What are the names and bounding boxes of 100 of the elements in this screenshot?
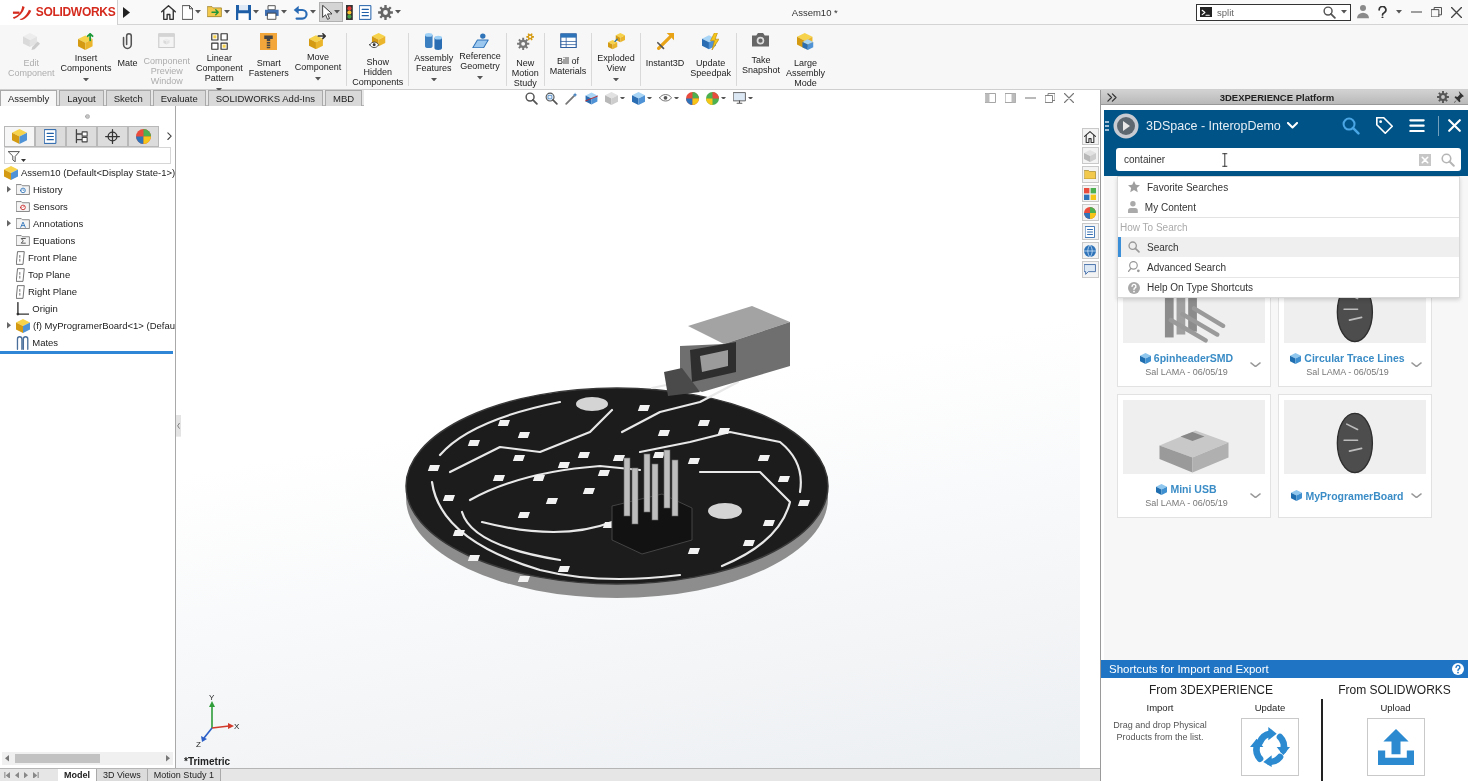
ribbon-button[interactable]: Instant3D <box>642 33 688 68</box>
double-chevron-icon[interactable] <box>1107 92 1117 102</box>
tree-item[interactable]: Mates <box>32 337 59 348</box>
toolbar-button[interactable] <box>318 2 344 22</box>
ribbon-button[interactable]: Bill of Materials <box>546 33 590 77</box>
scroll-right-icon[interactable] <box>166 755 170 762</box>
cube-section-icon[interactable] <box>585 91 599 105</box>
menu-item[interactable]: Search <box>1118 237 1459 257</box>
tile-left-icon[interactable] <box>984 93 996 103</box>
search-icon[interactable] <box>1342 116 1360 135</box>
panel-tab[interactable] <box>97 126 128 147</box>
tree-item[interactable]: Annotations <box>33 218 84 229</box>
filter-field[interactable] <box>4 147 171 164</box>
tree-item[interactable]: Origin <box>32 303 58 314</box>
ribbon-button[interactable]: Smart Fasteners <box>245 33 292 78</box>
tree-item[interactable]: (f) MyProgramerBoard<1> (Defau <box>33 320 176 331</box>
card-title[interactable]: Mini USB <box>1170 483 1217 495</box>
collapse-handle-icon[interactable] <box>176 415 181 437</box>
settings-icon[interactable] <box>1437 91 1449 103</box>
result-card[interactable]: MyProgramerBoard <box>1278 394 1432 518</box>
ribbon-button[interactable]: Move Component <box>291 33 345 81</box>
card-title[interactable]: 6pinheaderSMD <box>1153 352 1234 364</box>
menu-item[interactable]: Help On Type Shortcuts <box>1118 277 1459 297</box>
ribbon-button[interactable]: Take Snapshot <box>738 33 783 75</box>
ribbon-button[interactable]: Insert Components <box>57 33 115 82</box>
card-title[interactable]: Circular Trace Lines <box>1304 352 1405 364</box>
restore-icon[interactable] <box>1431 6 1442 18</box>
upload-button[interactable] <box>1366 718 1425 776</box>
wand-icon[interactable] <box>565 91 579 105</box>
drag-handle-icon[interactable] <box>85 113 90 119</box>
ribbon-button[interactable]: New Motion Study <box>508 33 542 88</box>
menu-icon[interactable] <box>1409 118 1425 133</box>
caret-icon[interactable] <box>620 96 626 100</box>
expand-arrow-icon[interactable] <box>123 6 130 18</box>
scroll-left-icon[interactable] <box>5 755 9 762</box>
ribbon-button[interactable]: Mate <box>114 33 141 68</box>
tree-item[interactable]: Top Plane <box>27 269 71 280</box>
scrollbar[interactable] <box>2 752 173 765</box>
menu-item[interactable]: Favorite Searches <box>1118 177 1459 197</box>
caret-icon[interactable] <box>1341 10 1347 14</box>
toolbar-button[interactable] <box>356 2 375 22</box>
tree-item[interactable]: Assem10 (Default<Display State-1>) <box>21 167 176 178</box>
panel-tab[interactable] <box>35 126 66 147</box>
monitor-icon[interactable] <box>733 92 747 104</box>
toolbar-button[interactable] <box>158 2 179 22</box>
toolbar-button[interactable] <box>262 2 290 22</box>
sheet-tab[interactable]: Model <box>58 769 97 781</box>
command-tab[interactable]: MBD <box>325 90 363 106</box>
compass-logo-icon[interactable] <box>1113 112 1139 139</box>
first-tab-icon[interactable] <box>4 771 10 779</box>
close-icon[interactable] <box>1451 6 1462 18</box>
command-tab[interactable]: Evaluate <box>152 90 206 106</box>
command-tab[interactable]: Layout <box>59 90 104 106</box>
command-tab[interactable]: Sketch <box>105 90 151 106</box>
card-title[interactable]: MyProgramerBoard <box>1305 489 1404 502</box>
ribbon-button[interactable]: Reference Geometry <box>456 33 504 80</box>
caret-icon[interactable] <box>674 96 680 100</box>
pin-icon[interactable] <box>1454 91 1464 103</box>
eye-icon[interactable] <box>659 94 673 102</box>
ribbon-button[interactable]: Update Speedpak <box>687 33 734 78</box>
sheet-tab[interactable]: Motion Study 1 <box>147 769 221 781</box>
ribbon-button[interactable]: Large Assembly Mode <box>782 33 828 88</box>
ribbon-button[interactable]: Linear Component Pattern <box>193 33 246 92</box>
task-pane-tab[interactable] <box>1081 128 1099 145</box>
ribbon-button[interactable]: Exploded View <box>594 33 638 82</box>
previous-tab-icon[interactable] <box>15 771 19 779</box>
result-card[interactable]: Mini USB Sal LAMA - 06/05/19 <box>1117 394 1271 518</box>
tag-icon[interactable] <box>1376 117 1393 134</box>
search-icon[interactable] <box>1323 5 1336 19</box>
update-button[interactable] <box>1241 718 1299 776</box>
cube-icon[interactable] <box>632 91 646 105</box>
tree-item[interactable]: Front Plane <box>27 252 78 263</box>
close-icon[interactable] <box>1064 93 1074 103</box>
chevron-right-icon[interactable] <box>167 132 172 141</box>
help-icon[interactable] <box>1378 5 1387 19</box>
widget-title[interactable]: 3DSpace - InteropDemo <box>1146 118 1281 133</box>
logo-button[interactable]: SOLIDWORKS <box>0 0 118 25</box>
ribbon-button[interactable]: Show Hidden Components <box>349 33 407 88</box>
tree-item[interactable]: Sensors <box>33 201 68 212</box>
command-tab[interactable]: SOLIDWORKS Add-Ins <box>207 90 323 106</box>
user-icon[interactable] <box>1357 5 1369 19</box>
next-tab-icon[interactable] <box>24 771 28 779</box>
caret-icon[interactable] <box>1396 10 1402 14</box>
caret-icon[interactable] <box>647 96 653 100</box>
ribbon-button[interactable]: Assembly Features <box>411 33 457 82</box>
restore-icon[interactable] <box>1044 93 1055 103</box>
sheet-tab[interactable]: 3D Views <box>97 769 148 781</box>
tree-item[interactable]: History <box>33 184 63 195</box>
search-icon[interactable] <box>525 91 539 105</box>
command-tab[interactable]: Assembly <box>0 90 58 106</box>
panel-tab[interactable] <box>66 126 97 147</box>
scrollbar-thumb[interactable] <box>15 754 100 763</box>
tree-item[interactable]: Right Plane <box>27 286 78 297</box>
search-field[interactable]: split <box>1196 3 1351 21</box>
last-tab-icon[interactable] <box>33 771 39 779</box>
search-icon[interactable] <box>545 91 559 105</box>
menu-item[interactable]: My Content <box>1118 197 1459 217</box>
menu-lines-icon[interactable] <box>1105 120 1109 131</box>
tree-item[interactable]: Equations <box>33 235 76 246</box>
tile-right-icon[interactable] <box>1004 93 1016 103</box>
